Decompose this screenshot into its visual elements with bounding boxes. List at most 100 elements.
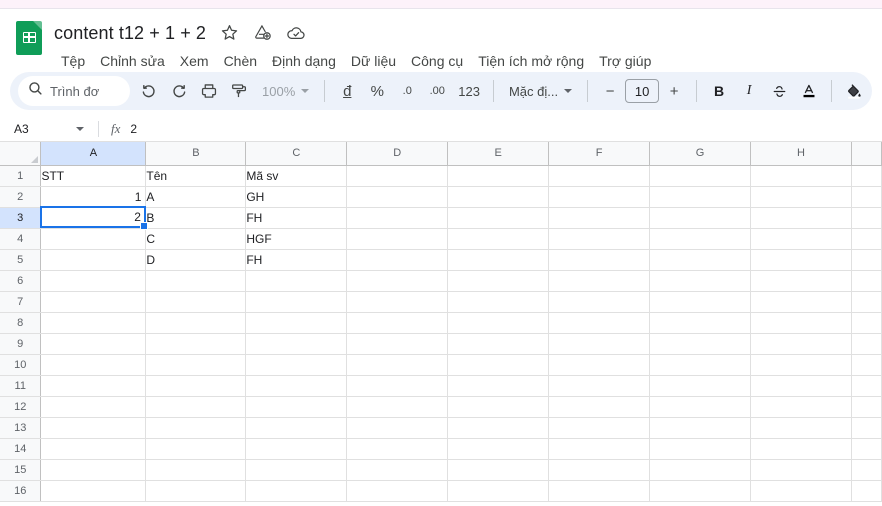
cell-x3[interactable]	[851, 207, 882, 229]
cell-F6[interactable]	[548, 270, 651, 292]
row-header-4[interactable]: 4	[0, 228, 42, 250]
cell-C6[interactable]	[245, 270, 348, 292]
row-header-1[interactable]: 1	[0, 165, 42, 187]
cell-A7[interactable]	[40, 291, 147, 313]
more-formats-button[interactable]: 123	[452, 76, 486, 106]
paint-format-button[interactable]	[224, 76, 254, 106]
cell-B8[interactable]	[145, 312, 247, 334]
menu-data[interactable]: Dữ liệu	[344, 50, 403, 72]
row-header-8[interactable]: 8	[0, 312, 42, 334]
row-header-10[interactable]: 10	[0, 354, 42, 376]
cell-H2[interactable]	[750, 186, 852, 208]
row-header-6[interactable]: 6	[0, 270, 42, 292]
cell-F7[interactable]	[548, 291, 651, 313]
italic-button[interactable]: I	[734, 76, 764, 106]
cell-B13[interactable]	[145, 417, 247, 439]
cell-C4[interactable]: HGF	[245, 228, 348, 250]
cell-F15[interactable]	[548, 459, 651, 481]
sheets-document-icon[interactable]	[12, 19, 46, 61]
percent-format-button[interactable]: %	[362, 76, 392, 106]
cell-A12[interactable]	[40, 396, 147, 418]
cell-C16[interactable]	[245, 480, 348, 502]
cell-C8[interactable]	[245, 312, 348, 334]
cell-D3[interactable]	[346, 207, 449, 229]
cell-F9[interactable]	[548, 333, 651, 355]
cell-x15[interactable]	[851, 459, 882, 481]
search-menus-input[interactable]: Trình đơ	[18, 76, 130, 106]
cell-E13[interactable]	[447, 417, 550, 439]
cell-E5[interactable]	[447, 249, 550, 271]
row-header-16[interactable]: 16	[0, 480, 42, 502]
column-header-f[interactable]: F	[548, 142, 651, 166]
cell-H11[interactable]	[750, 375, 852, 397]
cell-G8[interactable]	[649, 312, 752, 334]
bold-button[interactable]: B	[704, 76, 734, 106]
cell-D7[interactable]	[346, 291, 449, 313]
strikethrough-button[interactable]	[764, 76, 794, 106]
cell-A2[interactable]: 1	[40, 186, 147, 208]
decrease-decimal-button[interactable]: .0	[392, 76, 422, 106]
cell-H12[interactable]	[750, 396, 852, 418]
cell-H14[interactable]	[750, 438, 852, 460]
redo-button[interactable]	[164, 76, 194, 106]
column-header-e[interactable]: E	[447, 142, 550, 166]
cell-H13[interactable]	[750, 417, 852, 439]
row-header-9[interactable]: 9	[0, 333, 42, 355]
cell-B15[interactable]	[145, 459, 247, 481]
cell-F8[interactable]	[548, 312, 651, 334]
cell-D4[interactable]	[346, 228, 449, 250]
cell-A10[interactable]	[40, 354, 147, 376]
row-header-2[interactable]: 2	[0, 186, 42, 208]
undo-button[interactable]	[134, 76, 164, 106]
cell-A1[interactable]: STT	[40, 165, 147, 187]
cell-E2[interactable]	[447, 186, 550, 208]
cell-C15[interactable]	[245, 459, 348, 481]
cell-G16[interactable]	[649, 480, 752, 502]
cell-G12[interactable]	[649, 396, 752, 418]
cell-E8[interactable]	[447, 312, 550, 334]
cell-x2[interactable]	[851, 186, 882, 208]
fill-color-button[interactable]	[839, 76, 869, 106]
cell-F16[interactable]	[548, 480, 651, 502]
cell-B5[interactable]: D	[145, 249, 247, 271]
menu-help[interactable]: Trợ giúp	[592, 50, 658, 72]
cell-B16[interactable]	[145, 480, 247, 502]
cell-A11[interactable]	[40, 375, 147, 397]
cell-C10[interactable]	[245, 354, 348, 376]
cell-A9[interactable]	[40, 333, 147, 355]
increase-decimal-button[interactable]: .00	[422, 76, 452, 106]
column-header-extra[interactable]	[851, 142, 882, 166]
row-header-13[interactable]: 13	[0, 417, 42, 439]
cell-H7[interactable]	[750, 291, 852, 313]
cell-B11[interactable]	[145, 375, 247, 397]
row-header-5[interactable]: 5	[0, 249, 42, 271]
cell-F2[interactable]	[548, 186, 651, 208]
select-all-corner[interactable]	[0, 142, 42, 166]
cell-B10[interactable]	[145, 354, 247, 376]
cell-x7[interactable]	[851, 291, 882, 313]
currency-format-button[interactable]: đ	[332, 76, 362, 106]
cell-A5[interactable]	[40, 249, 147, 271]
column-header-a[interactable]: A	[40, 142, 147, 166]
cell-B7[interactable]	[145, 291, 247, 313]
cell-x16[interactable]	[851, 480, 882, 502]
menu-view[interactable]: Xem	[173, 50, 216, 72]
cell-C3[interactable]: FH	[245, 207, 348, 229]
cell-x9[interactable]	[851, 333, 882, 355]
cell-E1[interactable]	[447, 165, 550, 187]
column-header-c[interactable]: C	[245, 142, 348, 166]
cell-x1[interactable]	[851, 165, 882, 187]
cell-x8[interactable]	[851, 312, 882, 334]
cell-E11[interactable]	[447, 375, 550, 397]
row-header-15[interactable]: 15	[0, 459, 42, 481]
cell-C9[interactable]	[245, 333, 348, 355]
cell-C5[interactable]: FH	[245, 249, 348, 271]
cell-A3[interactable]: 2	[40, 207, 147, 229]
cell-x4[interactable]	[851, 228, 882, 250]
cell-F4[interactable]	[548, 228, 651, 250]
cell-A6[interactable]	[40, 270, 147, 292]
cell-B1[interactable]: Tên	[145, 165, 247, 187]
cell-D6[interactable]	[346, 270, 449, 292]
row-header-7[interactable]: 7	[0, 291, 42, 313]
cell-E14[interactable]	[447, 438, 550, 460]
